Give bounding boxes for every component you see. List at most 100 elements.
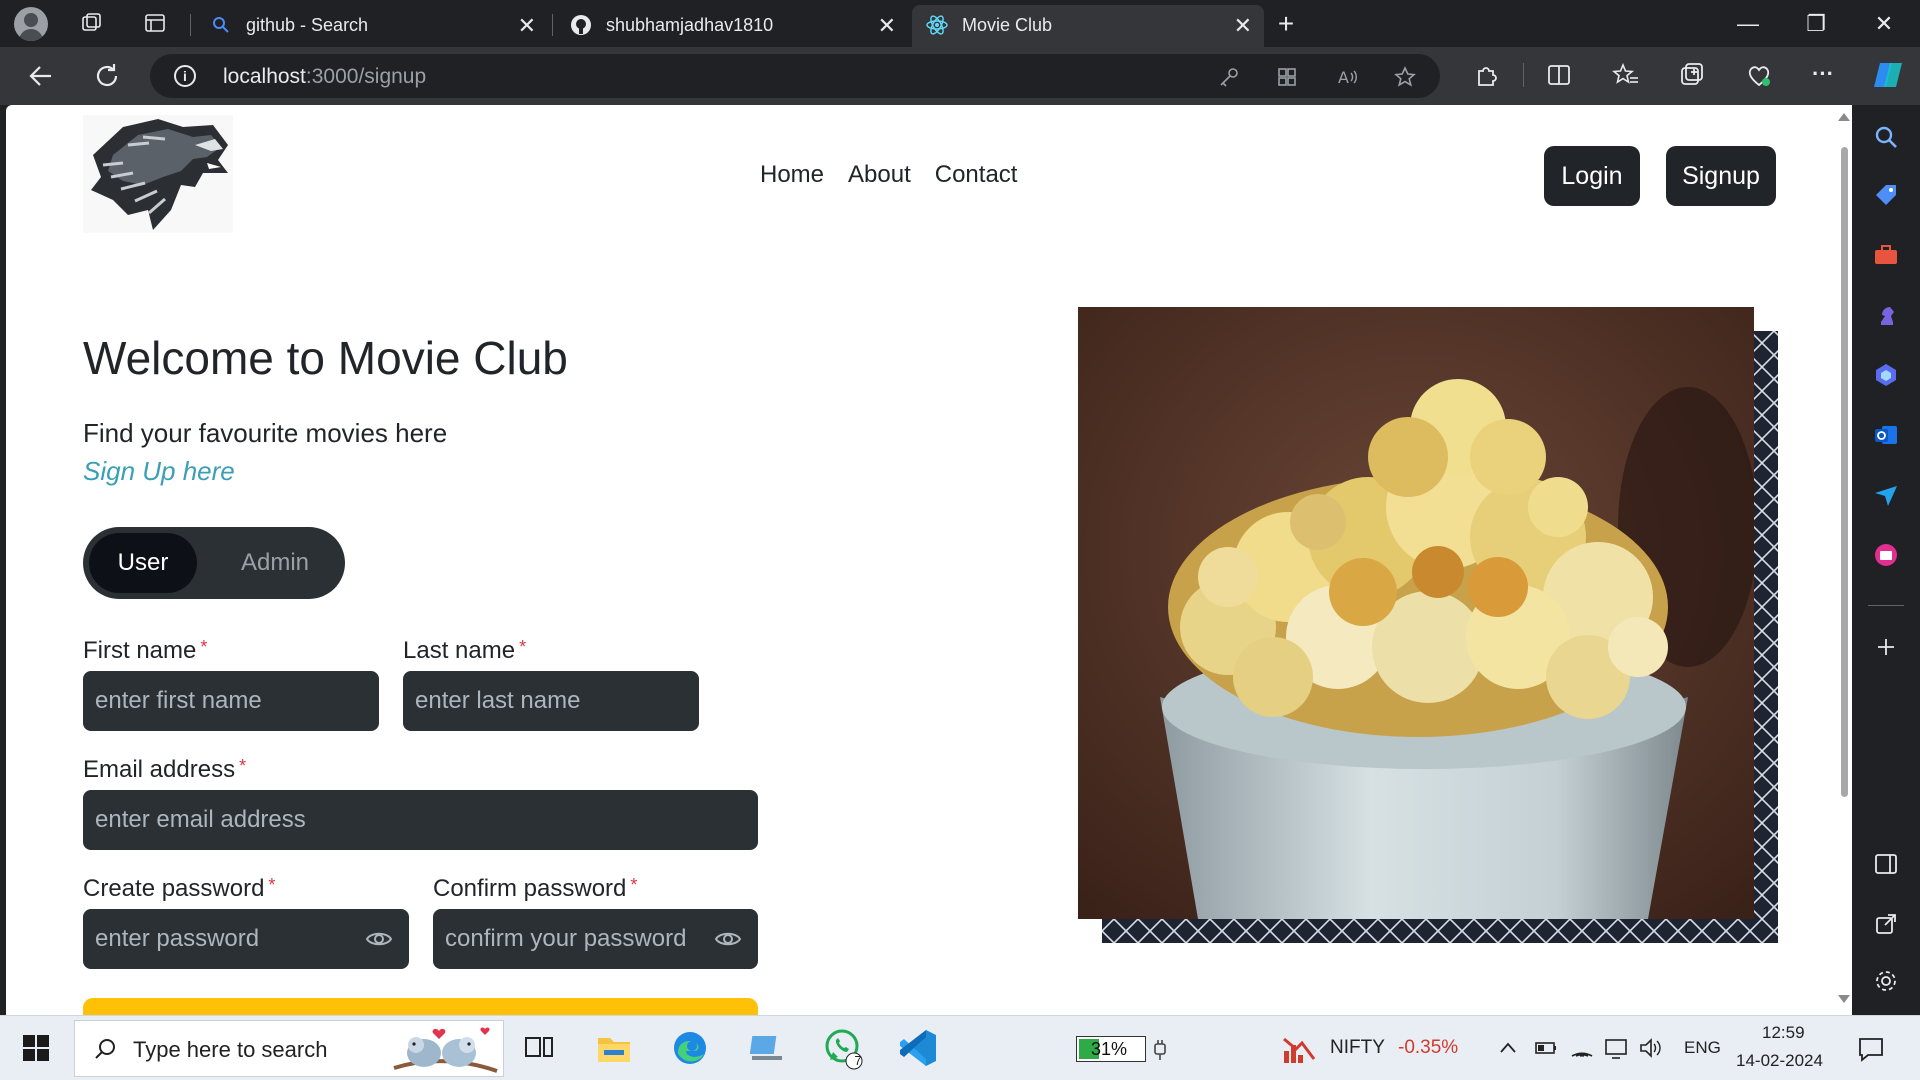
language-indicator[interactable]: ENG — [1684, 1038, 1721, 1058]
clipchamp-icon[interactable] — [1872, 541, 1900, 569]
gear-icon[interactable] — [1872, 967, 1900, 995]
required-mark: * — [519, 637, 527, 657]
eye-icon[interactable] — [714, 926, 742, 952]
collections-icon[interactable] — [1678, 61, 1706, 89]
taskbar-search-box[interactable]: Type here to search — [74, 1020, 504, 1077]
search-icon — [95, 1039, 115, 1059]
close-icon[interactable]: ✕ — [518, 13, 536, 39]
birds-highlight-icon — [393, 1027, 498, 1073]
scroll-up-arrow[interactable] — [1838, 113, 1850, 121]
minimize-button[interactable]: — — [1720, 6, 1776, 42]
last-name-input[interactable]: enter last name — [403, 671, 699, 731]
site-info-icon[interactable]: i — [174, 65, 196, 87]
settings-more-button[interactable]: ··· — [1809, 61, 1837, 89]
battery-status-icon[interactable] — [1534, 1038, 1558, 1058]
battery-meter[interactable]: 31% — [1076, 1036, 1146, 1062]
battery-percent: 31% — [1091, 1039, 1128, 1059]
tab-label: Movie Club — [962, 15, 1053, 35]
edge-sidebar — [1852, 105, 1920, 1015]
required-mark: * — [200, 637, 208, 657]
shopping-tag-icon[interactable] — [1872, 181, 1900, 209]
close-icon[interactable]: ✕ — [1234, 13, 1252, 39]
drop-send-icon[interactable] — [1872, 481, 1900, 509]
new-tab-button[interactable]: + — [1266, 6, 1306, 42]
clock-date[interactable]: 14-02-2024 — [1736, 1051, 1823, 1071]
refresh-icon[interactable] — [92, 61, 122, 91]
required-mark: * — [268, 875, 276, 895]
page-viewport: Home About Contact Login Signup Welcome … — [6, 105, 1852, 1015]
nav-home-link[interactable]: Home — [760, 161, 824, 189]
browser-toolbar: i localhost:3000/signup A ··· — [0, 47, 1920, 105]
submit-button[interactable] — [83, 998, 758, 1015]
favorite-star-icon[interactable] — [1393, 65, 1417, 89]
workspaces-icon[interactable] — [80, 11, 104, 35]
app-available-icon[interactable] — [1275, 65, 1299, 89]
tab-actions-icon[interactable] — [143, 11, 167, 35]
tab-label: shubhamjadhav1810 — [606, 15, 774, 35]
site-logo[interactable] — [83, 115, 233, 233]
popcorn-image — [1078, 307, 1754, 919]
confirm-password-input[interactable]: confirm your password — [433, 909, 758, 969]
notifications-icon[interactable] — [1856, 1034, 1886, 1064]
email-input[interactable]: enter email address — [83, 790, 758, 850]
profile-avatar[interactable] — [14, 7, 48, 41]
clock-time[interactable]: 12:59 — [1762, 1023, 1805, 1043]
nav-about-link[interactable]: About — [848, 161, 911, 189]
scroll-thumb[interactable] — [1841, 147, 1848, 797]
split-screen-icon[interactable] — [1545, 61, 1573, 89]
windows-taskbar: Type here to search 7 31% NIFTY -0.35% E… — [0, 1015, 1920, 1080]
file-explorer-icon[interactable] — [590, 1024, 638, 1072]
react-icon — [926, 15, 948, 35]
close-icon[interactable]: ✕ — [878, 13, 896, 39]
favorites-icon[interactable] — [1612, 61, 1640, 89]
read-aloud-icon[interactable]: A — [1335, 65, 1359, 89]
role-admin-option[interactable]: Admin — [215, 533, 335, 593]
back-arrow-icon[interactable] — [26, 61, 56, 91]
role-user-option[interactable]: User — [89, 533, 197, 593]
address-bar[interactable]: i localhost:3000/signup A — [150, 54, 1440, 98]
add-icon[interactable] — [1872, 633, 1900, 661]
tab-movie-club[interactable]: Movie Club ✕ — [912, 5, 1264, 47]
sidebar-divider — [1868, 605, 1904, 606]
vscode-icon[interactable] — [894, 1024, 942, 1072]
extensions-icon[interactable] — [1473, 61, 1501, 89]
ticker-name[interactable]: NIFTY — [1330, 1037, 1385, 1059]
email-label: Email address * — [83, 756, 247, 783]
signup-here-link[interactable]: Sign Up here — [83, 456, 235, 487]
signup-button[interactable]: Signup — [1666, 146, 1776, 206]
page-scrollbar[interactable] — [1834, 105, 1852, 1015]
copilot-icon[interactable] — [1870, 57, 1906, 93]
windows-start-icon[interactable] — [22, 1034, 50, 1062]
chevron-up-icon[interactable] — [1498, 1038, 1518, 1058]
edge-browser-icon[interactable] — [666, 1024, 714, 1072]
tab-github-search[interactable]: github - Search ✕ — [196, 5, 548, 47]
wifi-icon[interactable] — [1570, 1036, 1594, 1060]
laptop-app-icon[interactable] — [742, 1024, 790, 1072]
search-icon[interactable] — [1872, 123, 1900, 151]
first-name-input[interactable]: enter first name — [83, 671, 379, 731]
create-password-label: Create password * — [83, 875, 276, 902]
nav-contact-link[interactable]: Contact — [935, 161, 1018, 189]
open-external-icon[interactable] — [1872, 910, 1900, 938]
password-input[interactable]: enter password — [83, 909, 409, 969]
display-icon[interactable] — [1604, 1036, 1628, 1060]
speaker-icon[interactable] — [1638, 1036, 1662, 1060]
ticker-change[interactable]: -0.35% — [1398, 1037, 1458, 1059]
restore-button[interactable]: ❐ — [1788, 6, 1844, 42]
login-button[interactable]: Login — [1544, 146, 1640, 206]
tab-github-profile[interactable]: shubhamjadhav1810 ✕ — [556, 5, 908, 47]
stock-down-icon[interactable] — [1282, 1033, 1318, 1065]
games-chess-icon[interactable] — [1872, 301, 1900, 329]
scroll-down-arrow[interactable] — [1838, 995, 1850, 1003]
tools-briefcase-icon[interactable] — [1872, 241, 1900, 269]
eye-icon[interactable] — [365, 926, 393, 952]
key-icon[interactable] — [1217, 65, 1241, 89]
page-title: Welcome to Movie Club — [83, 332, 568, 384]
browser-essentials-icon[interactable] — [1745, 61, 1773, 89]
copilot-sidebar-icon[interactable] — [1872, 361, 1900, 389]
whatsapp-badge-count: 7 — [854, 1053, 862, 1068]
task-view-icon[interactable] — [516, 1024, 564, 1072]
outlook-icon[interactable] — [1872, 421, 1900, 449]
window-close-button[interactable]: ✕ — [1856, 6, 1912, 42]
hide-sidebar-icon[interactable] — [1872, 850, 1900, 878]
